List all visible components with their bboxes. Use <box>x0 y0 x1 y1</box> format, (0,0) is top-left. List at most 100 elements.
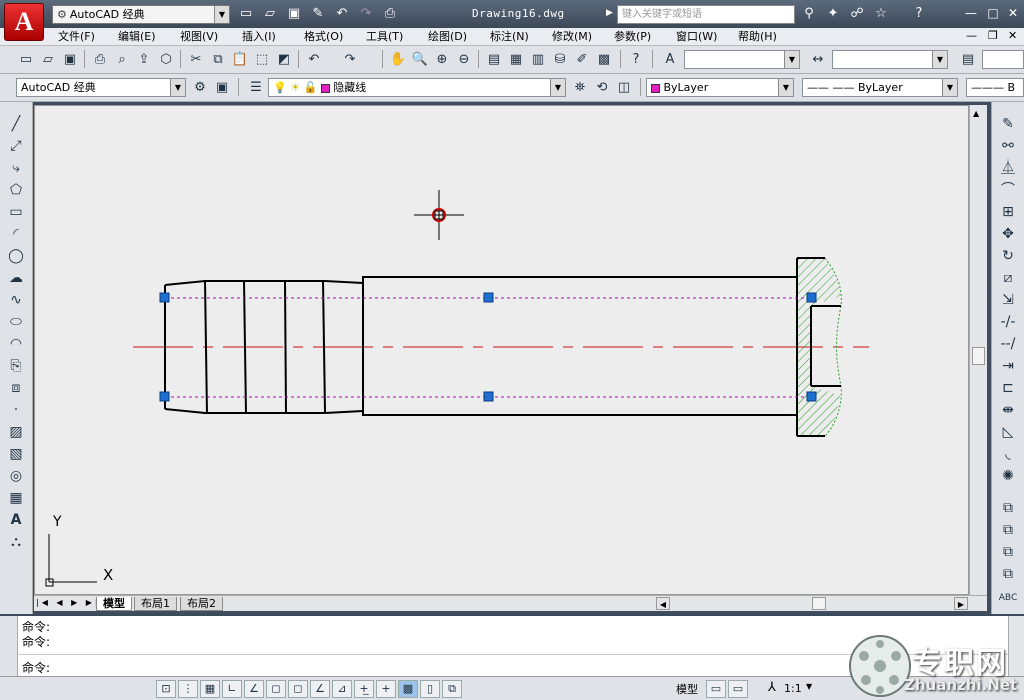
menu-window[interactable]: 窗口(W) <box>672 29 721 45</box>
make-block-icon[interactable]: ⧈ <box>5 378 27 398</box>
subscription-icon[interactable]: ✦ <box>824 5 842 23</box>
offset-icon[interactable]: ⌒ <box>997 180 1019 200</box>
ellipse-arc-icon[interactable]: ◠ <box>5 334 27 354</box>
menu-format[interactable]: 格式(O) <box>300 29 347 45</box>
3d-print-icon[interactable]: ⬡ <box>156 49 176 69</box>
object-snap-tracking-icon[interactable]: ∠ <box>310 680 330 698</box>
block-editor-icon[interactable]: ◩ <box>274 49 294 69</box>
match-properties-icon[interactable]: ⬚ <box>252 49 272 69</box>
redo-icon[interactable]: ↷ <box>356 5 376 23</box>
region-icon[interactable]: ◎ <box>5 466 27 486</box>
new-file-icon[interactable]: ▭ <box>236 5 256 23</box>
undo-icon[interactable]: ↶ <box>332 5 352 23</box>
send-to-back-icon[interactable]: ⧉ <box>997 542 1019 562</box>
bring-to-front-icon[interactable]: ⧉ <box>997 520 1019 540</box>
dynamic-input-icon[interactable]: +̲ <box>354 680 374 698</box>
calculator-icon[interactable]: ▩ <box>594 49 614 69</box>
minimize-icon[interactable]: — <box>962 5 980 21</box>
table-style-combo[interactable] <box>982 50 1024 69</box>
drawing-area[interactable]: Y X <box>34 105 969 595</box>
save-as-icon[interactable]: ✎ <box>308 5 328 23</box>
menu-modify[interactable]: 修改(M) <box>548 29 596 45</box>
circle-icon[interactable]: ◯ <box>5 246 27 266</box>
menu-tools[interactable]: 工具(T) <box>362 29 407 45</box>
bring-above-icon[interactable]: ⧉ <box>997 564 1019 584</box>
point-icon[interactable]: · <box>5 400 27 420</box>
horizontal-scroll-thumb[interactable] <box>812 597 826 610</box>
dynamic-ucs-icon[interactable]: ⊿ <box>332 680 352 698</box>
trim-icon[interactable]: -/- <box>997 312 1019 332</box>
dim-style-combo[interactable]: ▼ <box>832 50 948 69</box>
menu-draw[interactable]: 绘图(D) <box>424 29 471 45</box>
lineweight-combo[interactable]: ——— B <box>966 78 1024 97</box>
layer-state-icon[interactable]: ◫ <box>614 77 634 97</box>
chamfer-icon[interactable]: ◺ <box>997 422 1019 442</box>
search-expand-icon[interactable]: ▶ <box>606 8 613 18</box>
save-icon[interactable]: ▣ <box>284 5 304 23</box>
mirror-icon[interactable]: ⏅ <box>997 158 1019 178</box>
menu-dimension[interactable]: 标注(N) <box>486 29 533 45</box>
scale-icon[interactable]: ⧄ <box>997 268 1019 288</box>
scroll-up-icon[interactable]: ▲ <box>973 109 979 118</box>
copy-icon[interactable]: ⧉ <box>208 49 228 69</box>
snap-mode-icon[interactable]: ⋮ <box>178 680 198 698</box>
doc-minimize-icon[interactable]: — <box>966 29 977 42</box>
communication-center-icon[interactable]: ☍ <box>848 5 866 23</box>
selection-cycling-icon[interactable]: ⧉ <box>442 680 462 698</box>
menu-insert[interactable]: 插入(I) <box>238 29 280 45</box>
vertical-scroll-thumb[interactable] <box>972 347 985 365</box>
markup-icon[interactable]: ✐ <box>572 49 592 69</box>
open-folder-icon[interactable]: ▱ <box>260 5 280 23</box>
publish-icon[interactable]: ⇪ <box>134 49 154 69</box>
workspace-settings-icon[interactable]: ⚙ <box>190 77 210 97</box>
quick-properties-icon[interactable]: ▯ <box>420 680 440 698</box>
tab-model[interactable]: 模型 <box>96 597 132 611</box>
multiline-text-icon[interactable]: A <box>5 510 27 530</box>
vertical-scrollbar[interactable]: ▲ ▼ <box>969 105 987 611</box>
break-icon[interactable]: ⊏ <box>997 378 1019 398</box>
open-icon[interactable]: ▱ <box>38 49 58 69</box>
redo-icon[interactable]: ↷ <box>340 49 360 69</box>
spline-icon[interactable]: ∿ <box>5 290 27 310</box>
favorites-star-icon[interactable]: ☆ <box>872 5 890 23</box>
plot-icon[interactable]: ⎙ <box>380 5 400 23</box>
model-space-label[interactable]: 模型 <box>676 681 698 697</box>
tab-layout2[interactable]: 布局2 <box>180 597 223 611</box>
array-icon[interactable]: ⊞ <box>997 202 1019 222</box>
pan-icon[interactable]: ✋ <box>388 49 408 69</box>
command-window-grip[interactable] <box>0 616 18 676</box>
line-icon[interactable]: ╱ <box>5 114 27 134</box>
linetype-combo[interactable]: —— —— ByLayer ▼ <box>802 78 958 97</box>
scroll-right-icon[interactable]: ▶ <box>954 597 968 610</box>
extend-icon[interactable]: --/ <box>997 334 1019 354</box>
application-menu-button[interactable]: A <box>4 3 44 41</box>
tab-layout1[interactable]: 布局1 <box>134 597 177 611</box>
stretch-icon[interactable]: ⇲ <box>997 290 1019 310</box>
quick-view-layouts-icon[interactable]: ▭ <box>706 680 726 698</box>
copy-object-icon[interactable]: ⚯ <box>997 136 1019 156</box>
menu-view[interactable]: 视图(V) <box>176 29 222 45</box>
save-icon[interactable]: ▣ <box>60 49 80 69</box>
chevron-down-icon[interactable]: ▼ <box>806 682 812 691</box>
construction-line-icon[interactable]: ⤢ <box>5 136 27 156</box>
break-at-point-icon[interactable]: ⇥ <box>997 356 1019 376</box>
doc-close-icon[interactable]: ✕ <box>1008 29 1017 42</box>
table-icon[interactable]: ▦ <box>5 488 27 508</box>
menu-edit[interactable]: 编辑(E) <box>114 29 160 45</box>
insert-block-icon[interactable]: ⎘ <box>5 356 27 376</box>
plot-icon[interactable]: ⎙ <box>90 49 110 69</box>
plot-preview-icon[interactable]: ⌕ <box>112 49 132 69</box>
workspace-combo[interactable]: AutoCAD 经典 ▼ <box>16 78 186 97</box>
rotate-icon[interactable]: ↻ <box>997 246 1019 266</box>
zoom-realtime-icon[interactable]: 🔍 <box>410 49 430 69</box>
draw-order-icon[interactable]: ⧉ <box>997 498 1019 518</box>
ortho-mode-icon[interactable]: ∟ <box>222 680 242 698</box>
make-object-layer-current-icon[interactable]: ⛯ <box>570 77 590 97</box>
ellipse-icon[interactable]: ⬭ <box>5 312 27 332</box>
revision-cloud-icon[interactable]: ☁ <box>5 268 27 288</box>
layer-combo[interactable]: 💡 ☀ 🔓 隐藏线 ▼ <box>268 78 566 97</box>
customize-icon[interactable]: ▣ <box>212 77 232 97</box>
add-selected-icon[interactable]: ⛬ <box>5 532 27 552</box>
binoculars-icon[interactable]: ⚲ <box>800 5 818 23</box>
doc-restore-icon[interactable]: ❐ <box>988 29 998 42</box>
